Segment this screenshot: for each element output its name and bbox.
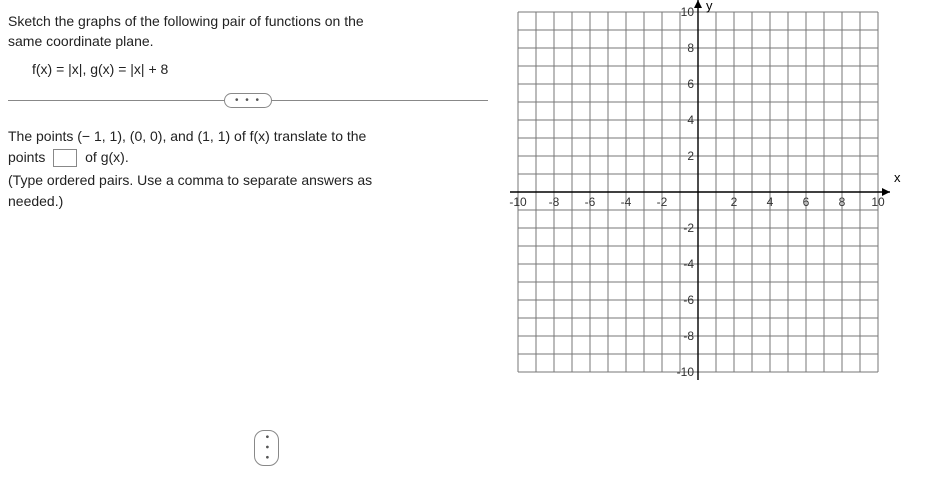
x-tick: -6 <box>585 195 596 209</box>
divider-right <box>272 100 488 101</box>
y-tick: -10 <box>677 365 695 379</box>
question-part2a: points <box>8 149 45 165</box>
y-arrow-icon <box>694 0 702 8</box>
x-tick: 6 <box>803 195 810 209</box>
bottom-more-pill[interactable]: • • • <box>254 430 279 466</box>
divider-row: • • • <box>8 93 488 108</box>
x-tick: 8 <box>839 195 846 209</box>
x-axis-label: x <box>894 170 901 185</box>
hint-line-2: needed.) <box>8 191 488 212</box>
y-tick: -8 <box>683 329 694 343</box>
prompt-line-2: same coordinate plane. <box>8 33 154 49</box>
question-line-2: points of g(x). <box>8 147 488 168</box>
y-tick: 8 <box>687 41 694 55</box>
x-tick: -8 <box>549 195 560 209</box>
x-tick: 4 <box>767 195 774 209</box>
y-tick: 6 <box>687 77 694 91</box>
y-tick: 2 <box>687 149 694 163</box>
coordinate-plane[interactable]: x y -10 -8 -6 -4 -2 2 4 6 8 10 10 8 6 4 … <box>518 12 878 372</box>
answer-input[interactable] <box>53 149 77 167</box>
more-options-pill[interactable]: • • • <box>224 93 272 108</box>
y-tick: -6 <box>683 293 694 307</box>
y-tick: -2 <box>683 221 694 235</box>
x-tick: 2 <box>731 195 738 209</box>
divider-left <box>8 100 224 101</box>
question-line-1: The points (− 1, 1), (0, 0), and (1, 1) … <box>8 126 488 147</box>
y-axis-label: y <box>706 0 713 13</box>
x-tick: 10 <box>871 195 885 209</box>
hint-line-1: (Type ordered pairs. Use a comma to sepa… <box>8 170 488 191</box>
y-tick: 10 <box>681 5 695 19</box>
y-tick: 4 <box>687 113 694 127</box>
prompt-text: Sketch the graphs of the following pair … <box>8 12 488 51</box>
x-tick: -2 <box>657 195 668 209</box>
x-tick: -4 <box>621 195 632 209</box>
graph-svg: x y -10 -8 -6 -4 -2 2 4 6 8 10 10 8 6 4 … <box>518 12 878 372</box>
prompt-line-1: Sketch the graphs of the following pair … <box>8 13 364 29</box>
question-part2b: of g(x). <box>85 149 129 165</box>
x-tick: -10 <box>509 195 527 209</box>
function-definitions: f(x) = |x|, g(x) = |x| + 8 <box>32 61 488 77</box>
question-block: The points (− 1, 1), (0, 0), and (1, 1) … <box>8 126 488 212</box>
y-tick: -4 <box>683 257 694 271</box>
